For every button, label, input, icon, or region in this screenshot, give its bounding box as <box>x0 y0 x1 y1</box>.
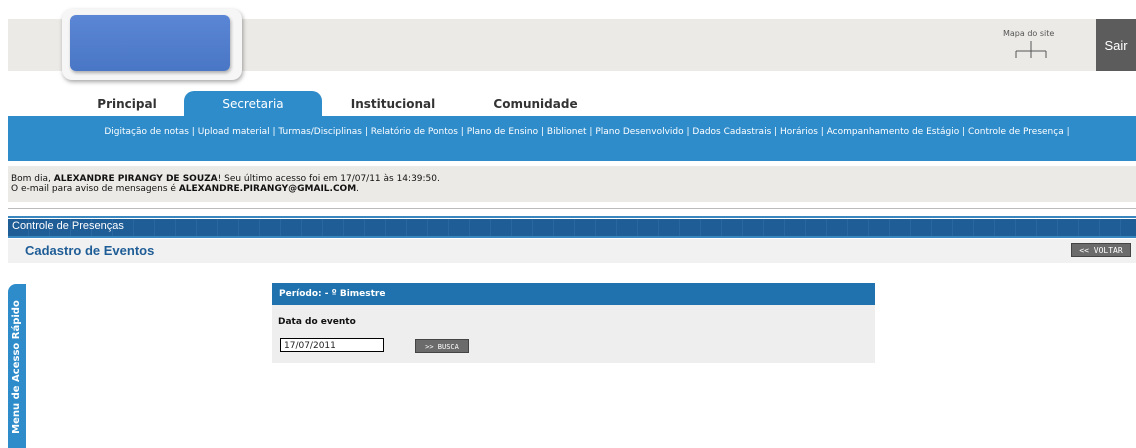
date-label: Data do evento <box>278 317 356 327</box>
sitemap-label: Mapa do site <box>1003 29 1055 38</box>
last-access-text: ! Seu último acesso foi em 17/07/11 às 1… <box>217 174 440 184</box>
welcome-line: Bom dia, ALEXANDRE PIRANGY DE SOUZA! Seu… <box>11 174 1133 184</box>
quick-access-menu-tab[interactable]: Menu de Acesso Rápido <box>8 284 26 448</box>
divider <box>8 208 1136 209</box>
quick-access-menu-label: Menu de Acesso Rápido <box>11 300 22 434</box>
section-stripe-bottom <box>8 236 1136 238</box>
subnav-item-8[interactable]: Horários <box>780 127 818 137</box>
sitemap-icon <box>1015 41 1047 58</box>
subnav-separator: | <box>188 127 198 137</box>
email-suffix: . <box>356 184 360 194</box>
event-date-input[interactable]: 17/07/2011 <box>280 338 384 352</box>
secretaria-subnav: Digitação de notas | Upload material | T… <box>8 116 1136 161</box>
back-button[interactable]: << VOLTAR <box>1071 243 1131 257</box>
subnav-separator: | <box>959 127 968 137</box>
subnav-separator: | <box>586 127 596 137</box>
subnav-item-9[interactable]: Acompanhamento de Estágio <box>827 127 960 137</box>
subnav-separator: | <box>457 127 467 137</box>
section-stripe-top <box>8 216 1136 218</box>
subnav-item-5[interactable]: Biblionet <box>547 127 587 137</box>
tab-comunidade[interactable]: Comunidade <box>478 92 593 116</box>
subnav-separator: | <box>362 127 371 137</box>
email-line: O e-mail para aviso de mensagens é ALEXA… <box>11 184 1133 194</box>
subnav-item-3[interactable]: Relatório de Pontos <box>371 127 458 137</box>
user-name: ALEXANDRE PIRANGY DE SOUZA <box>53 174 218 184</box>
subnav-item-2[interactable]: Turmas/Disciplinas <box>278 127 362 137</box>
subnav-item-1[interactable]: Upload material <box>198 127 270 137</box>
subnav-separator: | <box>771 127 781 137</box>
welcome-panel: Bom dia, ALEXANDRE PIRANGY DE SOUZA! Seu… <box>8 166 1136 202</box>
greeting-text: Bom dia, <box>11 174 54 184</box>
tab-principal[interactable]: Principal <box>72 92 182 116</box>
section-title: Controle de Presenças <box>12 220 124 232</box>
logo[interactable] <box>70 15 230 71</box>
section-bar: Controle de Presenças <box>8 219 1136 236</box>
email-prefix: O e-mail para aviso de mensagens é <box>11 184 179 194</box>
period-header: Período: - º Bimestre <box>272 283 875 305</box>
page-header: Cadastro de Eventos <box>8 239 1136 263</box>
subnav-item-6[interactable]: Plano Desenvolvido <box>595 127 683 137</box>
subnav-item-0[interactable]: Digitação de notas <box>104 127 189 137</box>
subnav-separator: | <box>538 127 547 137</box>
tab-secretaria[interactable]: Secretaria <box>184 91 322 117</box>
subnav-separator: | <box>817 127 827 137</box>
tab-institucional[interactable]: Institucional <box>338 92 448 116</box>
logo-frame <box>62 9 242 80</box>
page-title: Cadastro de Eventos <box>25 243 155 258</box>
subnav-separator: | <box>1063 127 1070 137</box>
event-form: Data do evento 17/07/2011 >> BUSCA <box>272 305 875 363</box>
subnav-item-10[interactable]: Controle de Presença <box>968 127 1064 137</box>
user-email: ALEXANDRE.PIRANGY@GMAIL.COM <box>178 184 357 194</box>
search-button[interactable]: >> BUSCA <box>415 339 469 353</box>
subnav-item-4[interactable]: Plano de Ensino <box>467 127 538 137</box>
sitemap-link[interactable]: Mapa do site <box>1003 29 1063 63</box>
subnav-item-7[interactable]: Dados Cadastrais <box>692 127 771 137</box>
logout-button[interactable]: Sair <box>1096 19 1136 71</box>
